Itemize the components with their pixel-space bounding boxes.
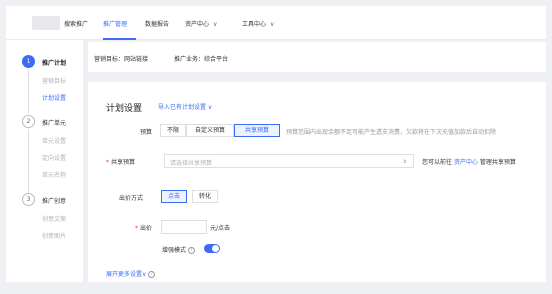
plan-settings-panel: 计划设置 导入已有计划设置 ∨ 预算 不限 自定义预算 共享预算 预算范围内出现… bbox=[88, 82, 546, 282]
budget-option-shared[interactable]: 共享预算 bbox=[234, 124, 280, 137]
nav-tab-asset-center[interactable]: 资产中心 ∨ bbox=[185, 19, 217, 28]
step-sidebar: 1 推广计划 营销目标 计划设置 2 推广单元 单元设置 定向设置 单元名称 3… bbox=[6, 40, 84, 282]
budget-hint: 预算范围内出现余额不足可能产生透支消费，欠款将在下次充值加款后自动扣除 bbox=[286, 129, 497, 136]
enhanced-mode-label-text: 增强模式 bbox=[162, 247, 187, 254]
top-nav-bar: 搜索推广 推广管理 数据报告 资产中心 ∨ 工具中心 ∨ bbox=[6, 6, 546, 40]
sidebar-item-creative-copy[interactable]: 创意文案 bbox=[42, 214, 66, 223]
help-icon[interactable]: ? bbox=[148, 271, 156, 278]
active-tab-indicator bbox=[103, 38, 136, 40]
logo bbox=[32, 16, 60, 30]
bid-unit: 元/点击 bbox=[210, 225, 231, 232]
marketing-goal-text: 营销目标：网站链接 bbox=[94, 56, 149, 63]
sidebar-item-targeting[interactable]: 定向设置 bbox=[42, 153, 66, 162]
step-number-1: 1 bbox=[22, 55, 35, 68]
required-mark: * bbox=[135, 225, 138, 232]
sidebar-item-plan-settings[interactable]: 计划设置 bbox=[42, 93, 66, 102]
enhanced-mode-toggle[interactable] bbox=[204, 244, 220, 253]
shared-budget-tip-suffix: 管理共享预算 bbox=[479, 159, 516, 166]
shared-budget-tip-text: 您可以前往 bbox=[422, 159, 453, 166]
asset-center-link[interactable]: 资产中心 bbox=[454, 159, 478, 166]
bidding-option-conversion[interactable]: 转化 bbox=[192, 190, 218, 203]
step-connector bbox=[28, 129, 29, 193]
bidding-option-click[interactable]: 点击 bbox=[161, 190, 187, 203]
step-number-2: 2 bbox=[22, 115, 35, 128]
sidebar-item-creative-image[interactable]: 创意图片 bbox=[42, 231, 66, 240]
step-connector bbox=[28, 69, 29, 113]
bid-input[interactable] bbox=[161, 220, 207, 234]
marketing-info-bar: 营销目标：网站链接 推广业务：综合平台 bbox=[88, 42, 546, 72]
shared-budget-label-text: 共享预算 bbox=[111, 159, 136, 166]
budget-label: 预算 bbox=[140, 129, 153, 136]
bidding-method-label: 出价方式 bbox=[119, 195, 144, 202]
budget-option-custom[interactable]: 自定义预算 bbox=[186, 124, 234, 137]
chevron-down-icon: ∨ bbox=[402, 158, 407, 165]
business-type-text: 推广业务：综合平台 bbox=[174, 56, 229, 63]
chevron-down-icon: ∨ bbox=[270, 21, 275, 28]
sidebar-item-marketing-goal[interactable]: 营销目标 bbox=[42, 76, 66, 85]
shared-budget-select[interactable]: 请选择共享预算 ∨ bbox=[164, 154, 414, 168]
help-icon[interactable]: ? bbox=[187, 247, 195, 254]
sidebar-item-unit-settings[interactable]: 单元设置 bbox=[42, 136, 66, 145]
shared-budget-label: * 共享预算 bbox=[106, 157, 135, 166]
enhanced-mode-label: 增强模式 ? bbox=[162, 245, 195, 254]
expand-more-settings[interactable]: 展开更多设置∨ ? bbox=[106, 269, 156, 278]
nav-tab-asset-center-label: 资产中心 bbox=[185, 21, 210, 28]
toggle-knob bbox=[212, 245, 219, 252]
chevron-down-icon: ∨ bbox=[213, 21, 218, 28]
shared-budget-tip: 您可以前往 资产中心 管理共享预算 bbox=[422, 157, 516, 166]
nav-tab-data-report[interactable]: 数据报告 bbox=[145, 19, 169, 28]
sidebar-item-unit-name[interactable]: 单元名称 bbox=[42, 170, 66, 179]
step-title-plan[interactable]: 推广计划 bbox=[42, 58, 66, 67]
bid-label-text: 出价 bbox=[140, 225, 153, 232]
import-settings-link[interactable]: 导入已有计划设置 ∨ bbox=[158, 102, 212, 111]
nav-tab-promotion-management[interactable]: 推广管理 bbox=[103, 19, 127, 28]
nav-prefix: 搜索推广 bbox=[64, 21, 89, 28]
nav-tab-tool-center[interactable]: 工具中心 ∨ bbox=[242, 19, 274, 28]
step-title-unit[interactable]: 推广单元 bbox=[42, 118, 66, 127]
step-number-3: 3 bbox=[22, 193, 35, 206]
chevron-down-icon: ∨ bbox=[142, 271, 147, 278]
budget-option-unlimited[interactable]: 不限 bbox=[160, 124, 186, 137]
step-title-creative[interactable]: 推广创意 bbox=[42, 196, 66, 205]
section-title: 计划设置 bbox=[106, 104, 143, 114]
bid-label: * 出价 bbox=[135, 223, 152, 232]
shared-budget-placeholder: 请选择共享预算 bbox=[170, 160, 213, 167]
expand-more-label: 展开更多设置 bbox=[106, 271, 143, 278]
nav-tab-tool-center-label: 工具中心 bbox=[242, 21, 267, 28]
required-mark: * bbox=[106, 159, 109, 166]
